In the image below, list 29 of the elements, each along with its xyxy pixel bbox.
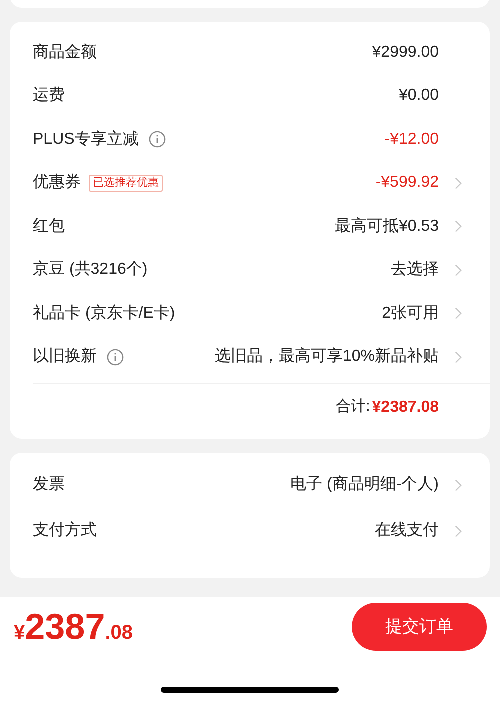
- row-label: 商品金额: [33, 42, 97, 63]
- row-label: 京豆 (共3216个): [33, 260, 148, 280]
- row-value: -¥12.00: [384, 130, 439, 150]
- submit-order-button[interactable]: 提交订单: [352, 603, 487, 651]
- info-icon[interactable]: [148, 131, 166, 148]
- row-value[interactable]: 去选择: [391, 258, 439, 282]
- recommended-tag: 已选推荐优惠: [89, 174, 163, 192]
- price-integer: 2387: [25, 607, 106, 647]
- row-label: 支付方式: [33, 520, 97, 541]
- row-value: ¥2999.00: [372, 42, 439, 63]
- row-value[interactable]: 选旧品，最高可享10%新品补贴: [214, 345, 439, 370]
- total-label: 合计:: [336, 397, 370, 418]
- row-label: PLUS专享立减: [33, 130, 139, 150]
- row-label: 礼品卡 (京东卡/E卡): [33, 304, 176, 324]
- info-icon[interactable]: [107, 348, 124, 366]
- row-label: 运费: [33, 86, 65, 106]
- row-label: 发票: [33, 475, 65, 495]
- row-value[interactable]: 2张可用: [382, 302, 439, 326]
- row-value: ¥0.00: [398, 86, 439, 106]
- row-label: 红包: [33, 216, 65, 237]
- row-value[interactable]: 电子 (商品明细-个人): [290, 473, 439, 497]
- total-amount: ¥2387.08: [372, 398, 439, 418]
- row-value[interactable]: 最高可抵¥0.53: [334, 214, 439, 239]
- row-label: 优惠券: [33, 172, 81, 194]
- row-value[interactable]: -¥599.92: [376, 171, 439, 196]
- price-decimal: .08: [105, 621, 134, 646]
- currency-symbol: ¥: [14, 621, 26, 646]
- row-label: 以旧换新: [33, 346, 97, 368]
- row-value[interactable]: 在线支付: [375, 519, 439, 543]
